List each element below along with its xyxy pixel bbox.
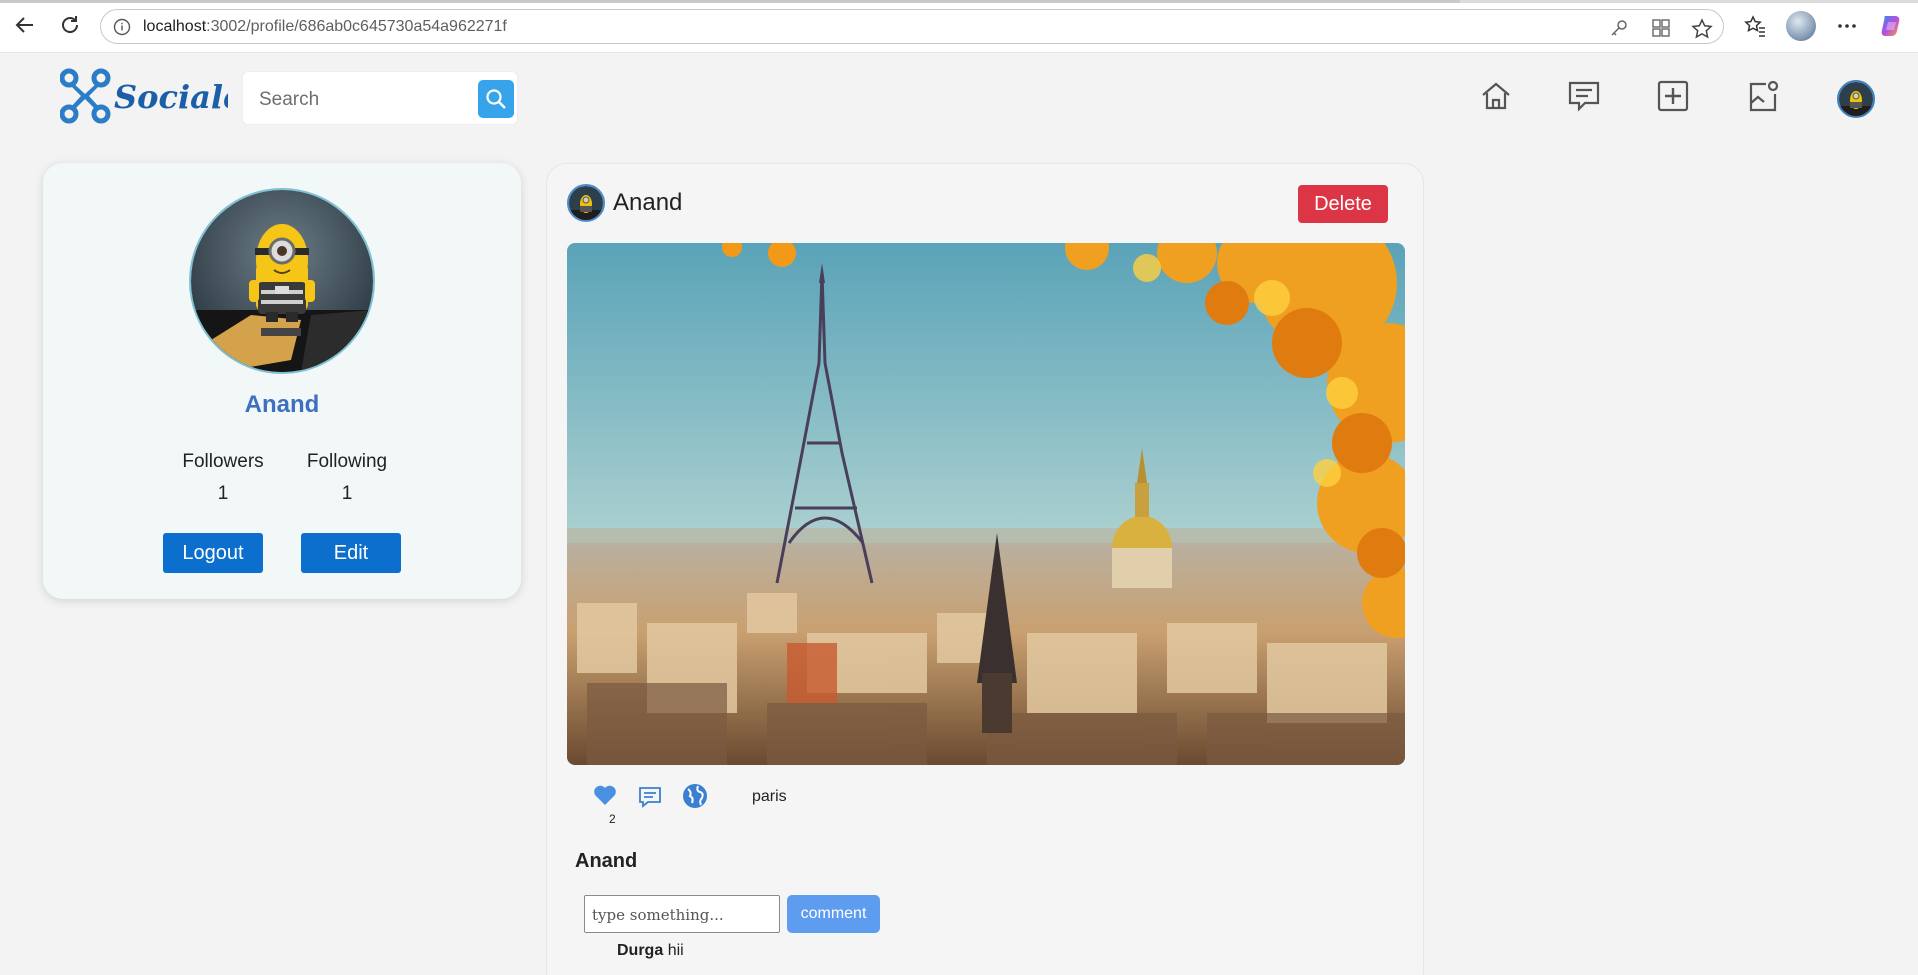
logo-wordmark: SocialeX — [114, 78, 228, 116]
address-bar[interactable]: localhost:3002/profile/686ab0c645730a54a… — [100, 9, 1724, 44]
add-icon[interactable] — [1655, 78, 1691, 114]
comment-text: hii — [667, 942, 684, 959]
browser-toolbar: localhost:3002/profile/686ab0c645730a54a… — [0, 0, 1918, 53]
search-input[interactable]: Search — [259, 89, 319, 111]
notification-icon[interactable] — [1745, 78, 1781, 114]
following-stat[interactable]: Following 1 — [297, 451, 397, 505]
comment-icon[interactable] — [638, 786, 662, 813]
chat-icon[interactable] — [1566, 78, 1602, 114]
comment-button[interactable]: comment — [787, 895, 880, 933]
post-author-name[interactable]: Anand — [613, 189, 682, 217]
followers-count: 1 — [217, 483, 229, 504]
back-icon[interactable] — [12, 12, 38, 38]
post-location: paris — [752, 788, 787, 805]
post-card: Anand Delete 2 paris Anand type somethin… — [546, 163, 1424, 975]
key-icon[interactable] — [1609, 18, 1629, 38]
following-count: 1 — [341, 483, 353, 504]
profile-card: Anand Followers 1 Following 1 Logout Edi… — [43, 163, 521, 599]
caption-author: Anand — [575, 850, 638, 872]
search-button[interactable] — [478, 80, 514, 118]
post-image — [567, 243, 1405, 765]
delete-button[interactable]: Delete — [1298, 185, 1388, 223]
globe-icon — [682, 783, 708, 814]
followers-label: Followers — [182, 451, 264, 472]
drone-logo-icon — [59, 68, 111, 124]
nav-avatar[interactable] — [1837, 80, 1875, 118]
logout-button[interactable]: Logout — [163, 533, 263, 573]
profile-name: Anand — [244, 391, 320, 418]
socialex-logo[interactable]: SocialeX — [59, 68, 269, 128]
like-count: 2 — [609, 812, 616, 826]
info-icon[interactable] — [113, 18, 131, 36]
apps-icon[interactable] — [1651, 18, 1671, 38]
more-icon[interactable] — [1834, 13, 1860, 39]
like-icon[interactable] — [593, 784, 617, 811]
post-author-avatar[interactable] — [567, 184, 605, 222]
url-text: localhost:3002/profile/686ab0c645730a54a… — [143, 18, 507, 36]
star-icon[interactable] — [1691, 18, 1713, 39]
tab-strip-edge — [0, 0, 1918, 3]
followers-stat[interactable]: Followers 1 — [178, 451, 268, 505]
home-icon[interactable] — [1478, 78, 1514, 114]
favorites-icon[interactable] — [1742, 13, 1768, 39]
url-path: :3002/profile/686ab0c645730a54a962271f — [206, 18, 507, 35]
copilot-icon[interactable] — [1879, 13, 1905, 39]
comment-item-cutoff — [617, 968, 677, 975]
url-host: localhost — [143, 18, 207, 35]
comment-user[interactable]: Durga — [617, 942, 663, 959]
search-box[interactable]: Search — [242, 71, 518, 125]
edit-button[interactable]: Edit — [301, 533, 401, 573]
profile-icon[interactable] — [1786, 11, 1816, 41]
search-icon — [486, 89, 506, 109]
following-label: Following — [306, 451, 388, 472]
comment-input[interactable]: type something... — [584, 895, 780, 933]
refresh-icon[interactable] — [57, 12, 83, 38]
profile-avatar — [189, 188, 375, 374]
comment-item: Durga hii — [617, 942, 684, 960]
